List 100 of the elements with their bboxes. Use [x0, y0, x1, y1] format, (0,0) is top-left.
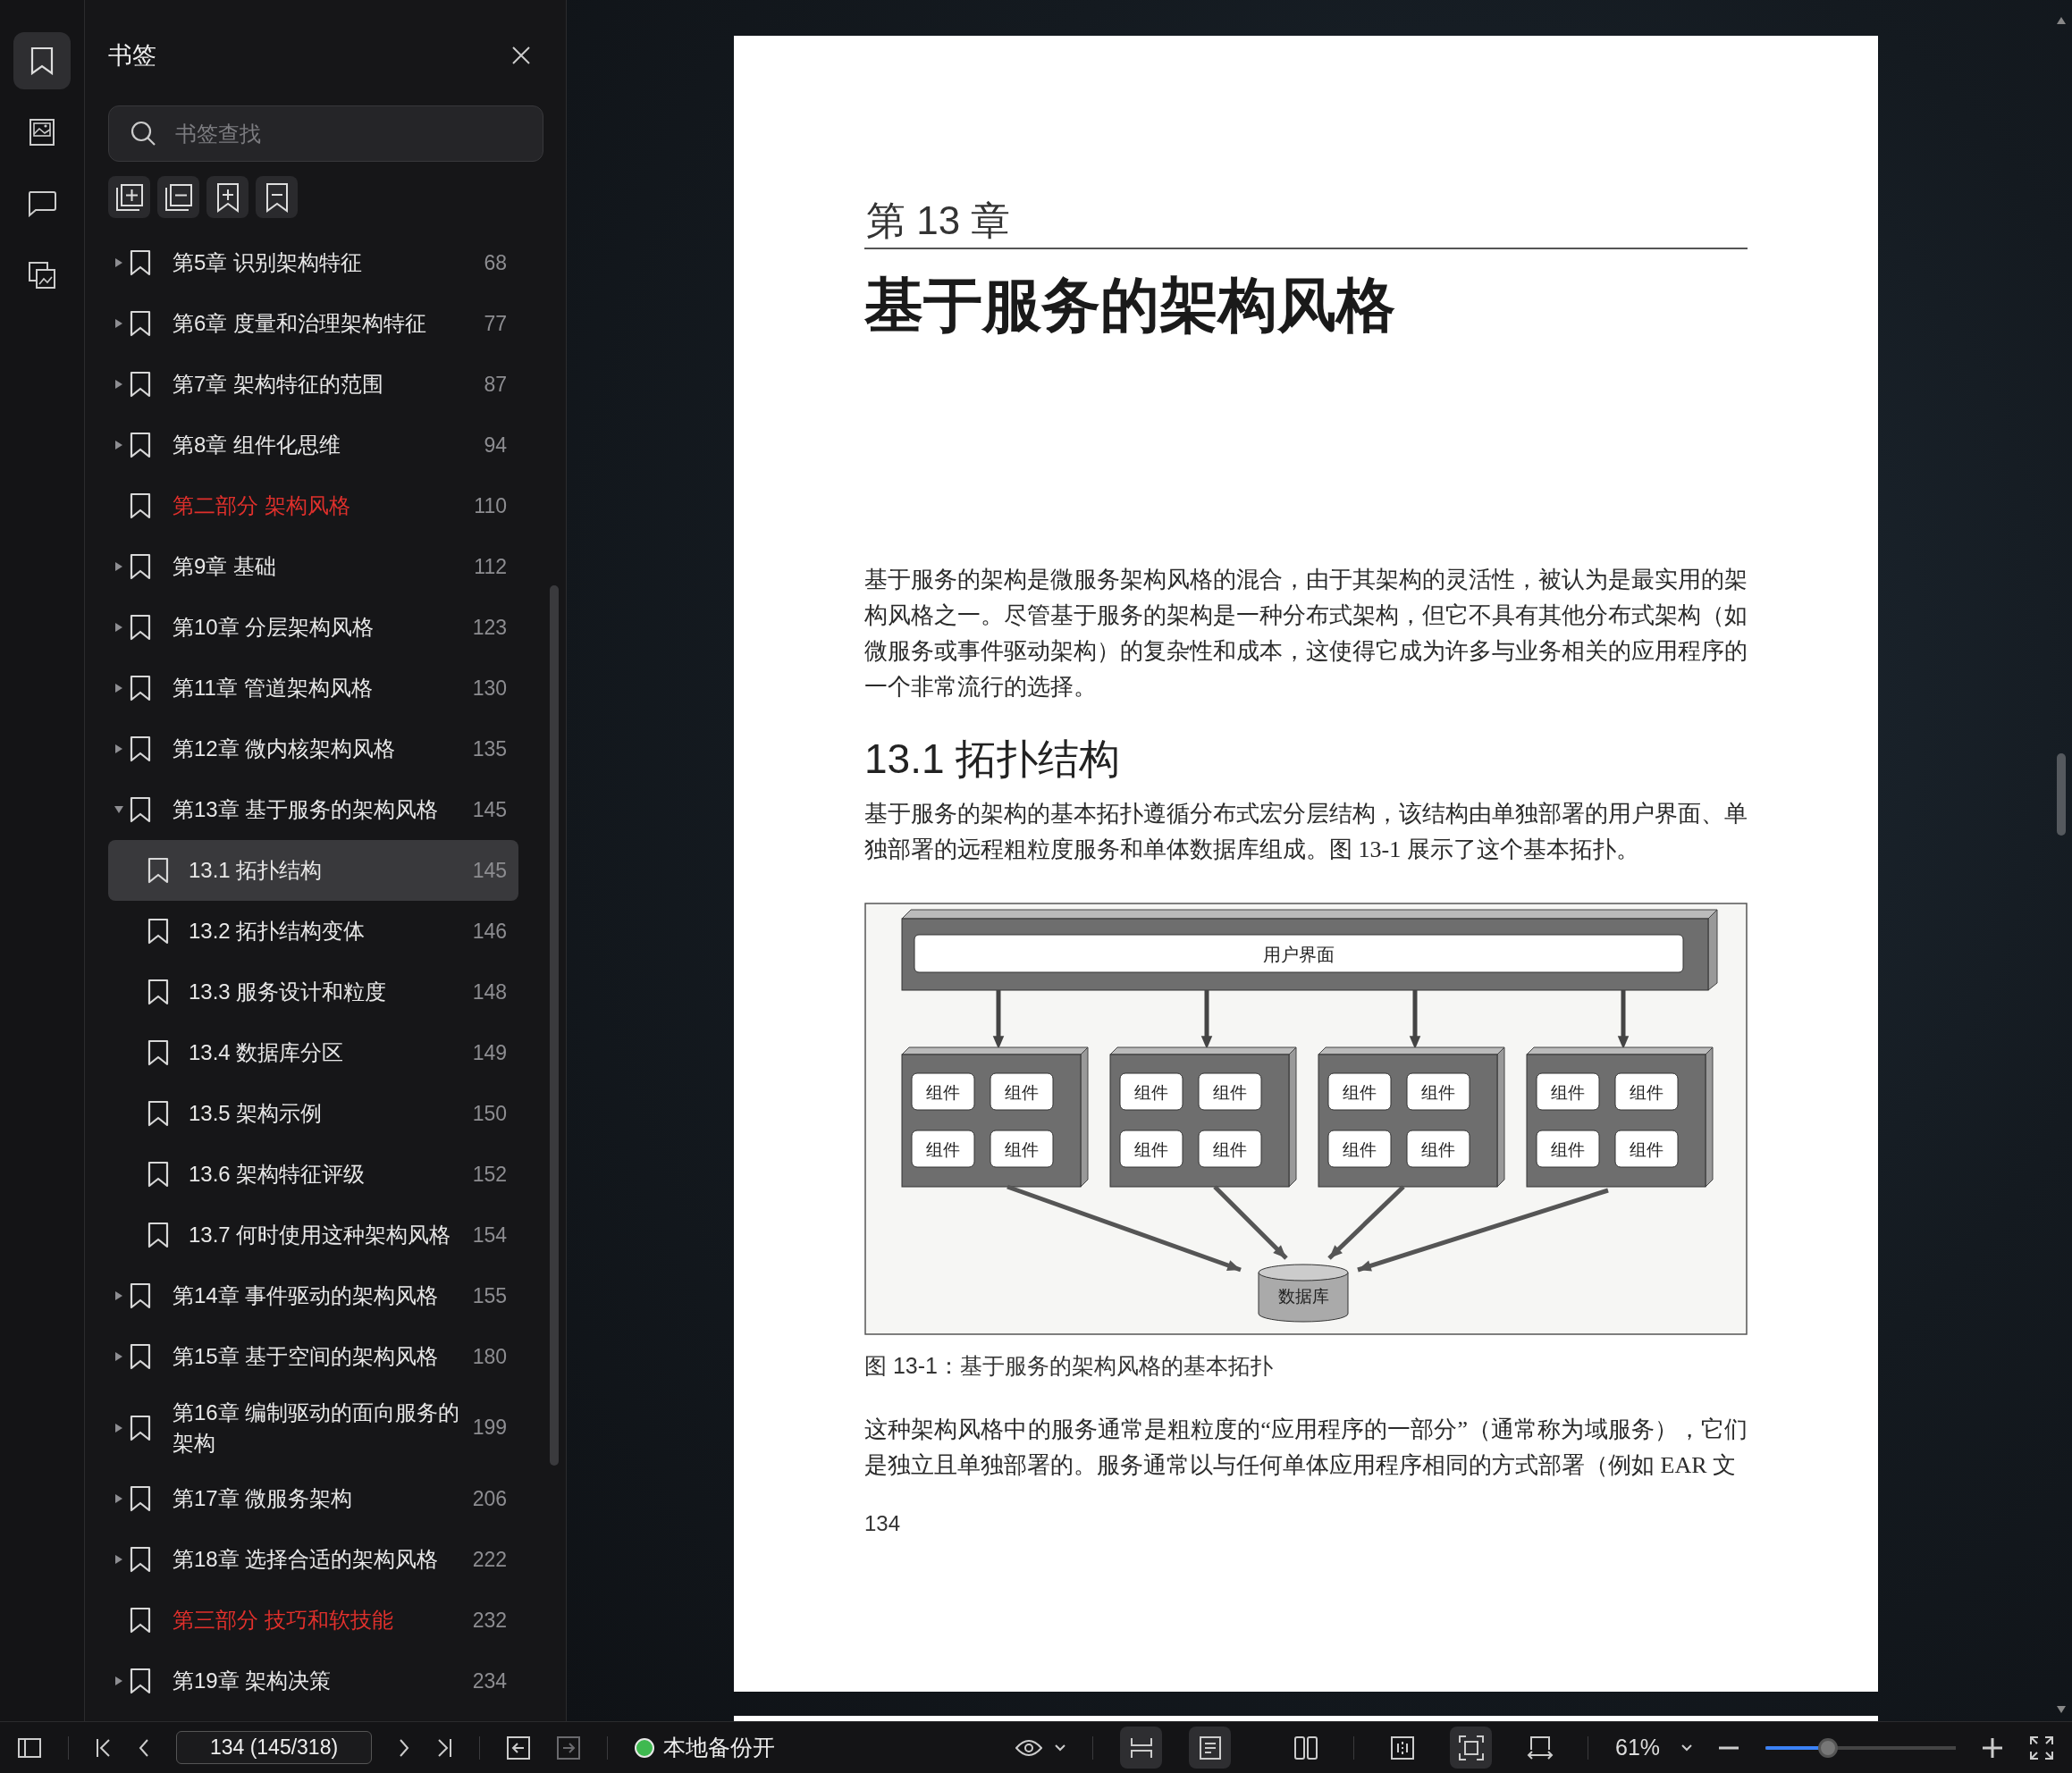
fullscreen-icon[interactable] [2029, 1735, 2054, 1760]
continuous-view-button[interactable] [1120, 1727, 1162, 1769]
next-page-icon[interactable] [399, 1737, 409, 1758]
component-box: 组件 [911, 1130, 975, 1168]
bookmark-item[interactable]: 第10章 分层架构风格 123 [108, 597, 518, 658]
scroll-up-icon[interactable] [2056, 16, 2067, 25]
bookmark-item[interactable]: 13.2 拓扑结构变体 146 [108, 901, 518, 962]
caret-icon[interactable] [1681, 1744, 1692, 1752]
bookmark-icon [147, 1100, 169, 1127]
split-view-icon [1390, 1735, 1414, 1760]
bookmark-item[interactable]: 第5章 识别架构特征 68 [108, 232, 518, 293]
component-box: 组件 [911, 1072, 975, 1111]
expand-caret-icon[interactable] [114, 1676, 123, 1687]
expand-caret-icon[interactable] [114, 1493, 123, 1505]
bookmark-icon [130, 1282, 151, 1309]
expand-all-button[interactable] [108, 176, 150, 218]
bookmark-item[interactable]: 第6章 度量和治理架构特征 77 [108, 293, 518, 354]
bookmark-icon [130, 1546, 151, 1574]
component-box: 组件 [1327, 1072, 1392, 1111]
back-icon[interactable] [507, 1735, 530, 1760]
expand-caret-icon[interactable] [114, 744, 123, 754]
single-page-icon [1199, 1735, 1221, 1760]
backup-status[interactable]: 本地备份开 [663, 1733, 775, 1762]
page-number: 148 [471, 979, 507, 1004]
eye-icon[interactable] [1015, 1738, 1042, 1757]
scrollbar-thumb[interactable] [2057, 753, 2066, 836]
bookmark-item[interactable]: 13.1 拓扑结构 145 [108, 840, 518, 901]
first-page-icon[interactable] [96, 1737, 112, 1758]
component-box: 组件 [1198, 1072, 1262, 1111]
page-number: 199 [471, 1416, 507, 1441]
page-number: 68 [483, 250, 507, 275]
expand-caret-icon[interactable] [114, 1351, 123, 1362]
bookmark-item[interactable]: 第13章 基于服务的架构风格 145 [108, 779, 518, 840]
component-box: 组件 [990, 1130, 1054, 1168]
expand-caret-icon[interactable] [114, 561, 123, 572]
bookmarks-tab[interactable] [13, 32, 71, 89]
zoom-level[interactable]: 61% [1615, 1735, 1669, 1760]
page-number: 146 [471, 919, 507, 944]
component-box: 组件 [1327, 1130, 1392, 1168]
bookmark-item[interactable]: 第8章 组件化思维 94 [108, 415, 518, 475]
sidebar-toggle-icon[interactable] [18, 1737, 41, 1758]
expand-caret-icon[interactable] [114, 622, 123, 633]
expand-caret-icon[interactable] [114, 1290, 123, 1301]
page-number: 222 [471, 1547, 507, 1572]
page-number: 232 [471, 1608, 507, 1633]
bookmark-item[interactable]: 第17章 微服务架构 206 [108, 1468, 518, 1530]
bookmark-icon [30, 46, 54, 75]
bookmark-icon [130, 675, 151, 702]
chapter-title: 基于服务的架构风格 [864, 271, 1396, 340]
zoom-in-icon[interactable] [1983, 1737, 2002, 1758]
last-page-icon[interactable] [436, 1737, 452, 1758]
search-field[interactable]: 书签查找 [108, 105, 543, 162]
remove-bookmark-button[interactable] [256, 176, 298, 218]
slider-thumb[interactable] [1818, 1737, 1839, 1758]
expand-caret-icon[interactable] [114, 440, 123, 450]
bookmark-item[interactable]: 13.4 数据库分区 149 [108, 1022, 518, 1083]
bookmark-item[interactable]: 第18章 选择合适的架构风格 222 [108, 1529, 518, 1591]
bookmark-icon [130, 553, 151, 580]
bookmark-item[interactable]: 13.3 服务设计和粒度 148 [108, 962, 518, 1022]
page-number-field[interactable]: 134 (145/318) [176, 1731, 372, 1764]
fit-width-icon [1526, 1735, 1554, 1760]
bookmark-item[interactable]: 第9章 基础 112 [108, 536, 518, 597]
component-box: 组件 [1119, 1130, 1183, 1168]
scrollbar-thumb[interactable] [550, 585, 559, 1466]
bookmark-item[interactable]: 第12章 微内核架构风格 135 [108, 718, 518, 779]
bookmark-item[interactable]: 第15章 基于空间的架构风格 180 [108, 1326, 518, 1387]
bookmark-item[interactable]: 第19章 架构决策 234 [108, 1651, 518, 1712]
bookmark-item[interactable]: 13.7 何时使用这种架构风格 154 [108, 1205, 518, 1265]
expand-caret-icon[interactable] [114, 379, 123, 390]
expand-caret-icon[interactable] [114, 1422, 123, 1433]
bookmark-item[interactable]: 13.6 架构特征评级 152 [108, 1144, 518, 1205]
bookmark-icon [130, 1414, 151, 1441]
add-bookmark-button[interactable] [206, 176, 248, 218]
single-view-button[interactable] [1189, 1727, 1231, 1769]
fit-page-button[interactable] [1450, 1727, 1492, 1769]
expand-caret-icon[interactable] [114, 683, 123, 693]
bookmark-item[interactable]: 第二部分 架构风格 110 [108, 475, 518, 536]
bookmark-icon [130, 796, 151, 823]
scroll-down-icon[interactable] [2056, 1705, 2067, 1714]
zoom-out-icon[interactable] [1719, 1745, 1739, 1750]
bookmark-item[interactable]: 13.5 架构示例 150 [108, 1083, 518, 1144]
expand-caret-icon[interactable] [114, 318, 123, 329]
expand-caret-icon[interactable] [114, 257, 123, 268]
page-number: 130 [471, 676, 507, 701]
section-heading: 13.1 拓扑结构 [864, 735, 1122, 784]
page-number: 234 [471, 1668, 507, 1693]
bookmark-item[interactable]: 第11章 管道架构风格 130 [108, 658, 518, 718]
bookmark-item[interactable]: 第14章 事件驱动的架构风格 155 [108, 1265, 518, 1326]
collapse-caret-icon[interactable] [114, 805, 124, 814]
bookmark-icon [130, 1343, 151, 1370]
expand-caret-icon[interactable] [114, 1554, 123, 1566]
bookmark-item[interactable]: 第7章 架构特征的范围 87 [108, 354, 518, 415]
stacked-pages-icon [28, 261, 56, 290]
page-number: 112 [473, 554, 507, 579]
collapse-all-button[interactable] [157, 176, 199, 218]
previous-page-icon[interactable] [139, 1737, 149, 1758]
close-icon[interactable] [511, 46, 531, 65]
bookmark-icon [147, 1161, 169, 1188]
bookmark-item[interactable]: 第三部分 技巧和软技能 232 [108, 1590, 518, 1651]
caret-icon[interactable] [1055, 1744, 1065, 1752]
